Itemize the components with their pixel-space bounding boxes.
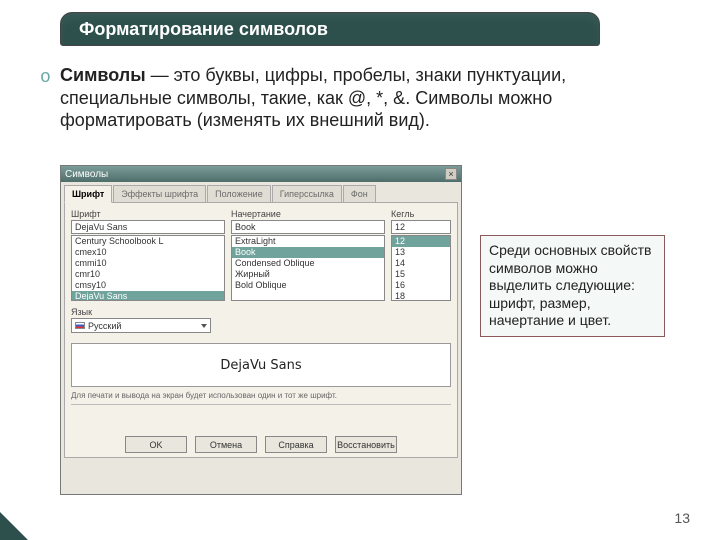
size-label: Кегль — [391, 209, 451, 219]
corner-decoration — [0, 512, 28, 540]
style-list[interactable]: ExtraLight Book Condensed Oblique Жирный… — [231, 235, 385, 301]
font-column: Шрифт DejaVu Sans Century Schoolbook L c… — [71, 209, 225, 301]
language-row: Язык Русский — [71, 307, 451, 333]
body-paragraph: Символы — это буквы, цифры, пробелы, зна… — [60, 64, 660, 132]
dialog-buttons: OK Отмена Справка Восстановить — [65, 436, 457, 453]
list-item[interactable]: ExtraLight — [232, 236, 384, 247]
font-preview: DejaVu Sans — [71, 343, 451, 387]
flag-icon — [75, 322, 85, 329]
font-label: Шрифт — [71, 209, 225, 219]
slide-title: Форматирование символов — [60, 12, 600, 46]
tab-position[interactable]: Положение — [207, 185, 271, 202]
tab-hyperlink[interactable]: Гиперссылка — [272, 185, 342, 202]
list-item[interactable]: 15 — [392, 269, 450, 280]
list-item[interactable]: Condensed Oblique — [232, 258, 384, 269]
list-item[interactable]: 16 — [392, 280, 450, 291]
list-item[interactable]: Bold Oblique — [232, 280, 384, 291]
body-bold-term: Символы — [60, 65, 146, 85]
list-item[interactable]: 18 — [392, 291, 450, 301]
font-input[interactable]: DejaVu Sans — [71, 220, 225, 234]
tab-font[interactable]: Шрифт — [64, 185, 112, 203]
ok-button[interactable]: OK — [125, 436, 187, 453]
tab-panel-font: Шрифт DejaVu Sans Century Schoolbook L c… — [64, 203, 458, 458]
list-item-selected[interactable]: DejaVu Sans — [72, 291, 224, 301]
cancel-button[interactable]: Отмена — [195, 436, 257, 453]
slide-title-text: Форматирование символов — [79, 19, 328, 40]
list-item[interactable]: cmex10 — [72, 247, 224, 258]
list-item[interactable]: 14 — [392, 258, 450, 269]
tab-background[interactable]: Фон — [343, 185, 376, 202]
divider — [71, 404, 451, 405]
reset-button[interactable]: Восстановить — [335, 436, 397, 453]
font-list[interactable]: Century Schoolbook L cmex10 cmmi10 cmr10… — [71, 235, 225, 301]
list-item[interactable]: Century Schoolbook L — [72, 236, 224, 247]
callout-box: Среди основных свойств символов можно вы… — [480, 235, 665, 337]
callout-text: Среди основных свойств символов можно вы… — [489, 242, 651, 328]
dialog-titlebar[interactable]: Символы × — [61, 166, 461, 182]
list-item[interactable]: cmsy10 — [72, 280, 224, 291]
size-column: Кегль 12 12 13 14 15 16 18 — [391, 209, 451, 301]
close-icon[interactable]: × — [445, 168, 457, 180]
style-column: Начертание Book ExtraLight Book Condense… — [231, 209, 385, 301]
list-item[interactable]: cmr10 — [72, 269, 224, 280]
list-item-selected[interactable]: 12 — [392, 236, 450, 247]
page-number: 13 — [674, 510, 690, 526]
list-item-selected[interactable]: Book — [232, 247, 384, 258]
language-select[interactable]: Русский — [71, 318, 211, 333]
language-label: Язык — [71, 307, 451, 317]
chevron-down-icon — [201, 324, 207, 328]
size-list[interactable]: 12 13 14 15 16 18 — [391, 235, 451, 301]
hint-text: Для печати и вывода на экран будет испол… — [71, 391, 451, 400]
dialog-tabs: Шрифт Эффекты шрифта Положение Гиперссыл… — [64, 185, 458, 203]
list-item[interactable]: 13 — [392, 247, 450, 258]
language-value: Русский — [88, 321, 121, 331]
character-dialog: Символы × Шрифт Эффекты шрифта Положение… — [60, 165, 462, 495]
size-input[interactable]: 12 — [391, 220, 451, 234]
tab-font-effects[interactable]: Эффекты шрифта — [113, 185, 206, 202]
bullet-marker: o — [40, 68, 51, 88]
style-label: Начертание — [231, 209, 385, 219]
list-item[interactable]: cmmi10 — [72, 258, 224, 269]
help-button[interactable]: Справка — [265, 436, 327, 453]
list-item[interactable]: Жирный — [232, 269, 384, 280]
style-input[interactable]: Book — [231, 220, 385, 234]
dialog-title-text: Символы — [65, 169, 108, 180]
